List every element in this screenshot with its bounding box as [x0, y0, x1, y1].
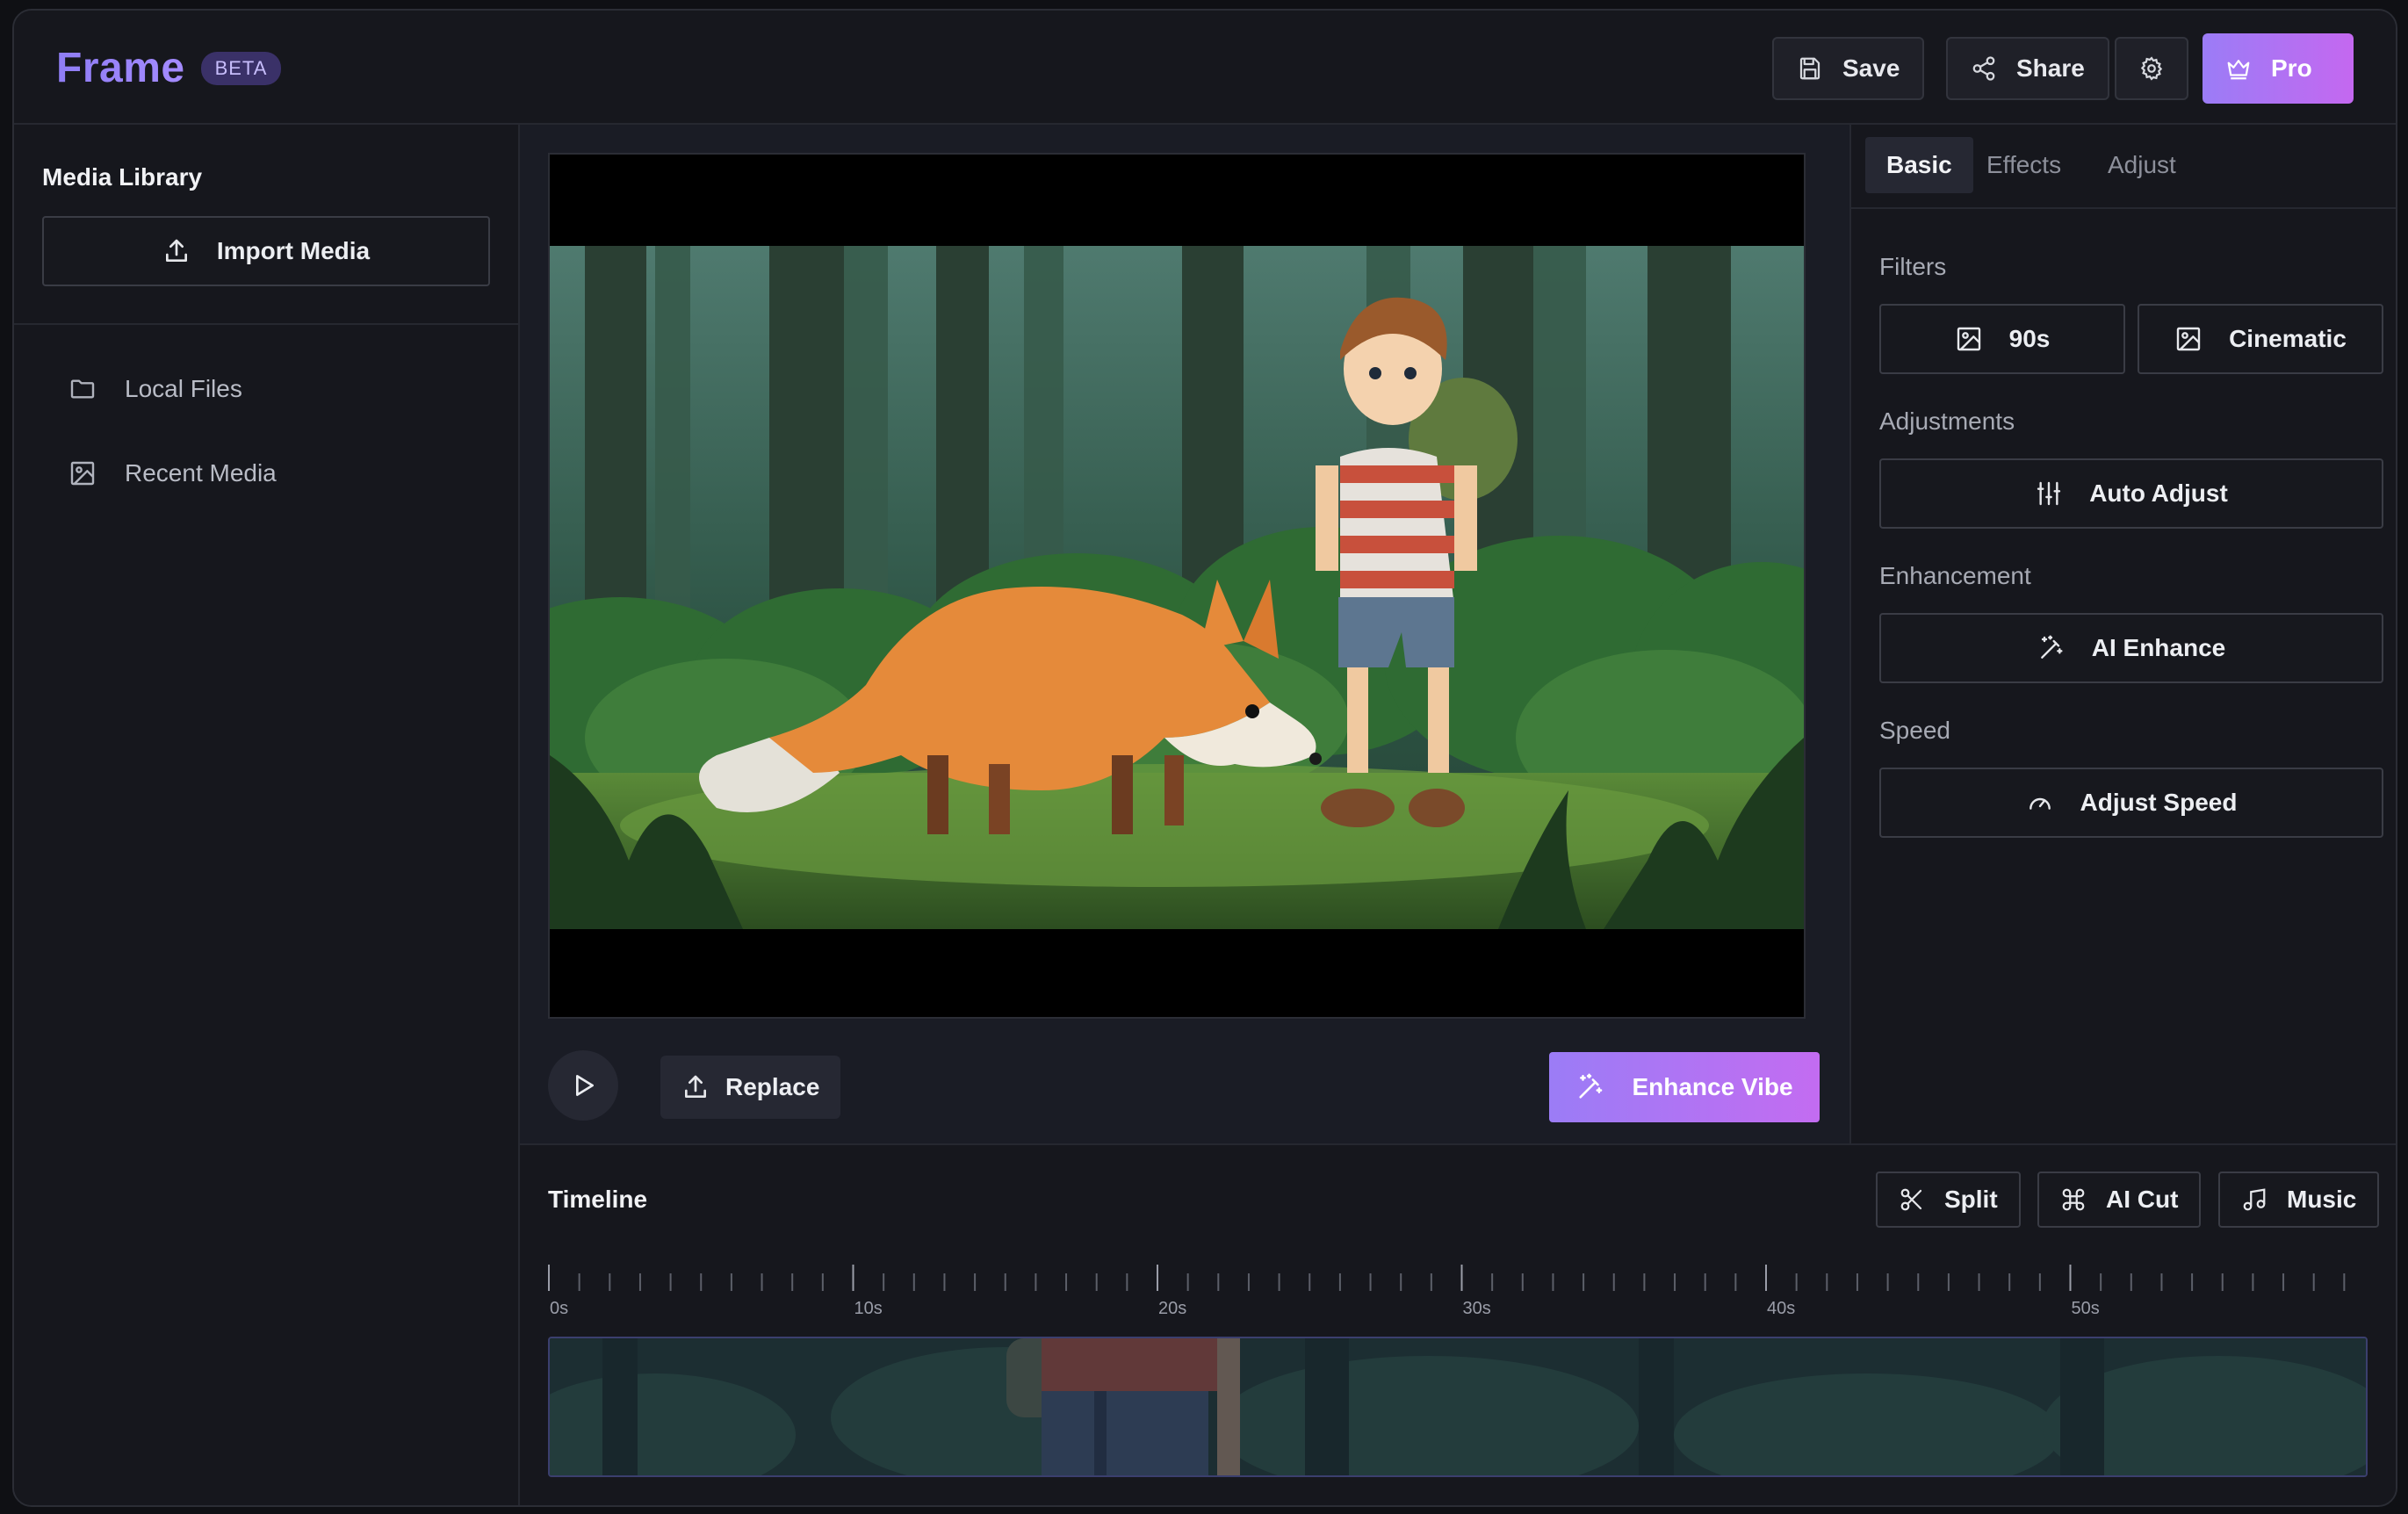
pro-label: Pro — [2271, 54, 2312, 82]
magic-wand-icon — [2040, 635, 2063, 659]
top-bar: Frame BETA Save Share Pro — [14, 11, 2396, 125]
ruler-tick-label: 0s — [550, 1299, 568, 1318]
save-button[interactable]: Save — [1772, 37, 1925, 100]
media-library-title: Media Library — [42, 163, 203, 191]
ai-enhance-button[interactable]: AI Enhance — [1879, 613, 2383, 683]
command-icon — [2062, 1188, 2085, 1211]
adjustments-label: Adjustments — [1879, 407, 2015, 435]
speed-label: Speed — [1879, 717, 1950, 744]
properties-panel: Basic Effects Adjust Filters 90s Cinemat… — [1849, 125, 2396, 1143]
upload-icon — [165, 239, 187, 262]
replace-button[interactable]: Replace — [660, 1056, 841, 1119]
scissors-icon — [1900, 1188, 1922, 1211]
sidebar-item-local-files[interactable]: Local Files — [68, 367, 242, 411]
enhance-vibe-button[interactable]: Enhance Vibe — [1549, 1052, 1820, 1122]
sidebar-item-label: Local Files — [125, 375, 242, 402]
tab-adjust[interactable]: Adjust — [2087, 137, 2197, 193]
save-icon — [1799, 57, 1820, 80]
pro-button[interactable]: Pro — [2203, 33, 2354, 104]
music-button[interactable]: Music — [2218, 1172, 2380, 1228]
split-button[interactable]: Split — [1876, 1172, 2021, 1228]
tab-effects[interactable]: Effects — [1965, 137, 2082, 193]
panel-tabs: Basic Effects Adjust — [1851, 125, 2396, 209]
music-label: Music — [2287, 1186, 2357, 1213]
filters-label: Filters — [1879, 253, 1947, 280]
preview-area: Replace Enhance Vibe — [520, 125, 1849, 1143]
filter-cinematic-button[interactable]: Cinematic — [2138, 304, 2383, 374]
sliders-icon — [2037, 481, 2061, 506]
save-label: Save — [1842, 54, 1900, 82]
video-frame-image — [550, 246, 1804, 929]
filter-90s-button[interactable]: 90s — [1879, 304, 2125, 374]
sidebar-item-recent-media[interactable]: Recent Media — [68, 451, 277, 495]
filter-label: 90s — [2008, 325, 2051, 352]
auto-adjust-label: Auto Adjust — [2089, 479, 2228, 507]
import-media-button[interactable]: Import Media — [42, 216, 490, 286]
settings-button[interactable] — [2115, 37, 2188, 100]
ai-cut-button[interactable]: AI Cut — [2037, 1172, 2202, 1228]
adjust-speed-button[interactable]: Adjust Speed — [1879, 768, 2383, 838]
share-button[interactable]: Share — [1946, 37, 2109, 100]
crown-icon — [2227, 60, 2250, 80]
auto-adjust-button[interactable]: Auto Adjust — [1879, 458, 2383, 529]
share-icon — [1972, 56, 1995, 81]
share-label: Share — [2016, 54, 2085, 82]
music-icon — [2243, 1188, 2266, 1211]
enhance-vibe-label: Enhance Vibe — [1632, 1073, 1793, 1100]
replace-label: Replace — [725, 1073, 820, 1100]
image-icon — [70, 461, 95, 486]
ai-cut-label: AI Cut — [2106, 1186, 2179, 1213]
beta-badge: BETA — [200, 51, 282, 85]
image-icon — [2176, 327, 2201, 351]
enhancement-label: Enhancement — [1879, 562, 2031, 589]
split-label: Split — [1944, 1186, 1998, 1213]
image-icon — [1957, 327, 1980, 351]
gear-icon — [2140, 56, 2163, 81]
video-clip-track[interactable] — [548, 1337, 2368, 1477]
timeline-panel: Timeline Split AI Cut Music 0s 10s 20s 30s 4… — [520, 1143, 2396, 1505]
sidebar-divider — [14, 323, 518, 325]
timeline-ruler[interactable]: 0s 10s 20s 30s 40s 50s — [548, 1263, 2368, 1319]
media-library-panel: Media Library Import Media Local Files R… — [14, 125, 520, 1505]
adjust-speed-label: Adjust Speed — [2080, 789, 2238, 816]
app-logo-text: Frame — [56, 45, 185, 91]
ruler-tick-label: 10s — [854, 1299, 883, 1318]
folder-icon — [70, 379, 95, 399]
import-media-label: Import Media — [216, 237, 371, 264]
upload-icon — [685, 1075, 706, 1098]
video-preview[interactable] — [548, 153, 1806, 1019]
brand: Frame BETA — [56, 44, 282, 92]
play-button[interactable] — [548, 1050, 618, 1121]
filter-label: Cinematic — [2229, 325, 2347, 352]
ai-enhance-label: AI Enhance — [2091, 634, 2226, 661]
gauge-icon — [2029, 797, 2051, 810]
magic-wand-icon — [1579, 1073, 1603, 1099]
editor-window: Frame BETA Save Share Pro Media Library … — [12, 9, 2397, 1507]
tab-basic[interactable]: Basic — [1865, 137, 1973, 193]
timeline-title: Timeline — [548, 1186, 648, 1213]
ruler-tick-label: 50s — [2072, 1299, 2100, 1318]
sidebar-item-label: Recent Media — [125, 459, 277, 487]
clip-thumbnail-strip — [550, 1338, 2366, 1475]
play-icon — [576, 1075, 594, 1096]
ruler-tick-label: 20s — [1158, 1299, 1186, 1318]
ruler-tick-label: 40s — [1767, 1299, 1795, 1318]
ruler-tick-label: 30s — [1463, 1299, 1491, 1318]
